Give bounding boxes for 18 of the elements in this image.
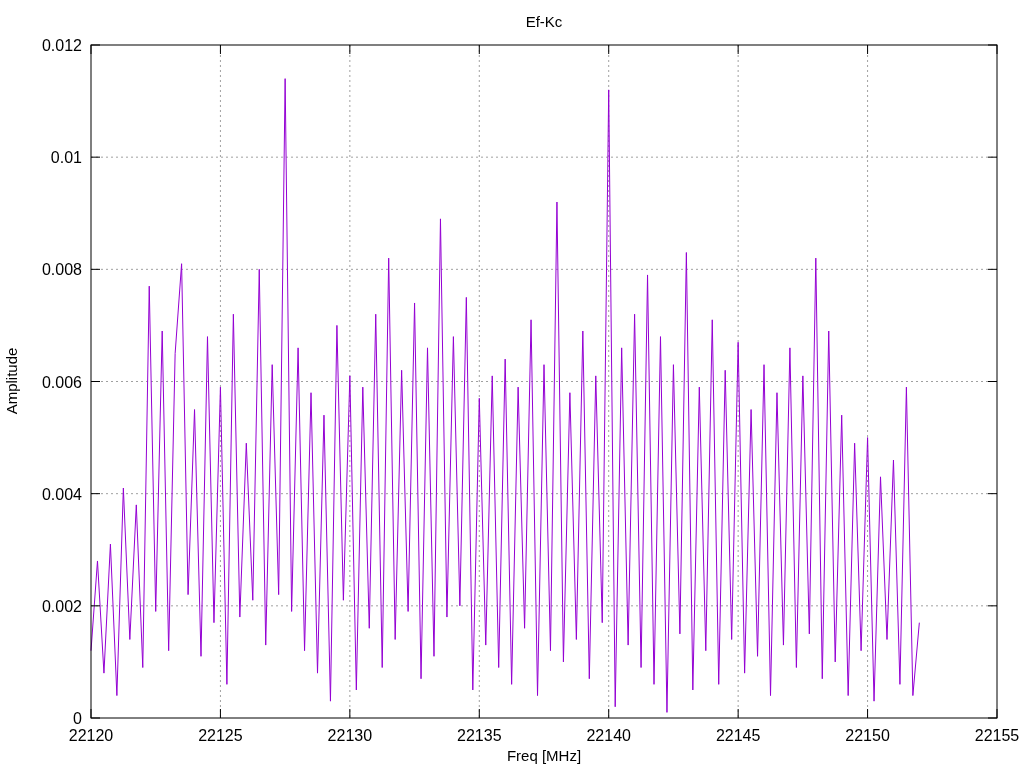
y-tick-label: 0.006 xyxy=(41,373,82,391)
x-tick-label: 22125 xyxy=(198,727,243,744)
x-axis-label: Freq [MHz] xyxy=(506,747,582,764)
y-tick-label: 0.004 xyxy=(41,485,82,503)
x-tick-label: 22130 xyxy=(327,727,373,744)
y-tick-label: 0.012 xyxy=(41,37,82,54)
x-tick-label: 22155 xyxy=(974,727,1020,744)
y-tick-label: 0 xyxy=(73,710,82,727)
y-tick-label: 0.01 xyxy=(50,149,82,167)
y-axis-label: Amplitude xyxy=(3,347,20,415)
y-tick-label: 0.008 xyxy=(41,261,82,279)
x-tick-label: 22120 xyxy=(68,727,114,744)
y-tick-label: 0.002 xyxy=(41,597,82,615)
x-tick-label: 22150 xyxy=(845,727,890,744)
chart-title: Ef-Kc xyxy=(525,13,563,30)
x-tick-label: 22145 xyxy=(715,727,761,744)
x-tick-label: 22140 xyxy=(586,727,631,744)
x-tick-label: 22135 xyxy=(457,727,502,744)
